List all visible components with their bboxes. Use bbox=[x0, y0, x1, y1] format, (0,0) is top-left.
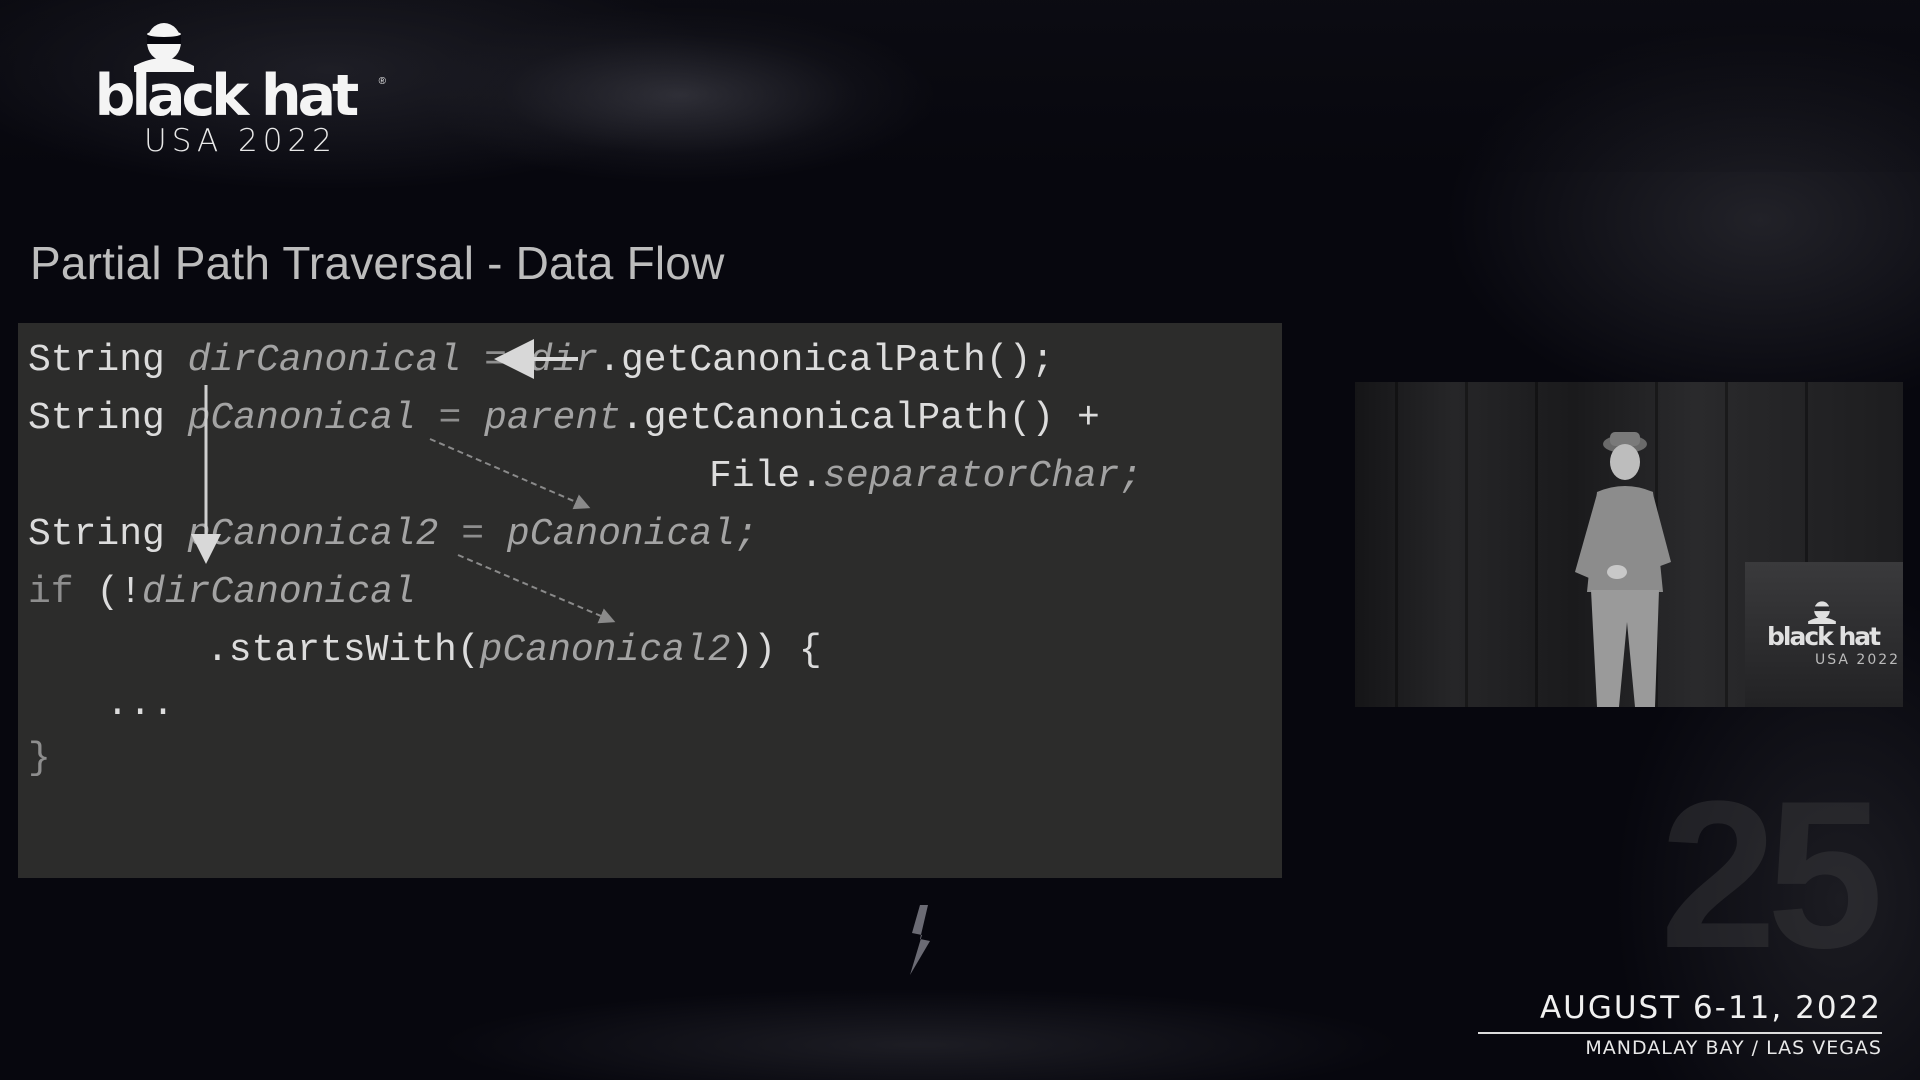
lightning-decoration bbox=[910, 905, 930, 975]
black-hat-logo: black hat ® USA 2022 bbox=[60, 20, 390, 160]
code-panel: String dirCanonical = dir.getCanonicalPa… bbox=[18, 323, 1282, 878]
curtain-fold bbox=[1725, 382, 1728, 707]
curtain-fold bbox=[1535, 382, 1538, 707]
curtain-fold bbox=[1395, 382, 1398, 707]
data-flow-arrows bbox=[191, 339, 616, 624]
registered-mark: ® bbox=[378, 76, 386, 87]
podium-wordmark: black hat bbox=[1767, 622, 1881, 651]
podium-edition: USA 2022 bbox=[1815, 652, 1901, 668]
event-dates: AUGUST 6-11, 2022 bbox=[1539, 990, 1882, 1026]
speaker-video: black hat USA 2022 bbox=[1355, 382, 1903, 707]
curtain-fold bbox=[1465, 382, 1468, 707]
speaker-figure bbox=[1575, 432, 1671, 707]
hat-icon bbox=[1808, 601, 1836, 624]
anniversary-numeral: 25 bbox=[1660, 757, 1884, 992]
flow-arrow-separator bbox=[429, 438, 591, 510]
flow-arrow-pcanonical2 bbox=[457, 554, 616, 624]
logo-edition: USA 2022 bbox=[144, 123, 337, 159]
event-venue: MANDALAY BAY / LAS VEGAS bbox=[1585, 1037, 1882, 1059]
event-divider bbox=[1478, 1032, 1882, 1034]
video-frame: black hat ® USA 2022 Partial Path Traver… bbox=[0, 0, 1920, 1080]
logo-wordmark: black hat bbox=[94, 63, 360, 129]
podium: black hat USA 2022 bbox=[1745, 562, 1903, 707]
slide-title: Partial Path Traversal - Data Flow bbox=[30, 237, 725, 289]
